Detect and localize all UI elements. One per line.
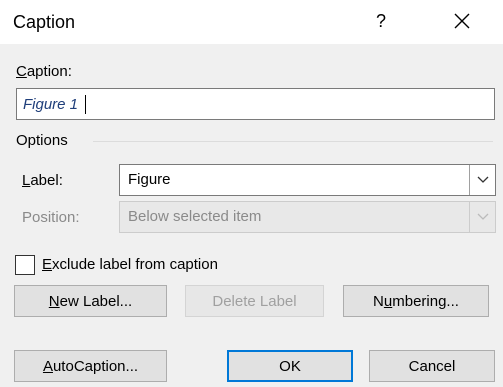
- exclude-label-text[interactable]: Exclude label from caption: [42, 256, 218, 273]
- caption-label: Caption:: [16, 63, 72, 80]
- exclude-label-checkbox[interactable]: [15, 255, 35, 275]
- label-dropdown-value: Figure: [128, 171, 171, 188]
- new-label-button[interactable]: New Label...: [14, 285, 167, 317]
- position-dropdown-arrow: [469, 202, 495, 232]
- position-dropdown: Below selected item: [119, 201, 496, 233]
- options-group-label: Options: [16, 132, 68, 149]
- delete-label-button: Delete Label: [185, 285, 324, 317]
- numbering-button[interactable]: Nu mbering...: [343, 285, 489, 317]
- title-bar: Caption ?: [0, 0, 503, 44]
- close-button[interactable]: [440, 4, 484, 38]
- position-field-label: Position:: [22, 209, 80, 226]
- help-button[interactable]: ?: [364, 6, 398, 36]
- text-caret: [85, 95, 86, 114]
- position-dropdown-value: Below selected item: [128, 208, 262, 225]
- cancel-button[interactable]: Cancel: [369, 350, 495, 382]
- options-divider: [93, 141, 493, 142]
- autocaption-button[interactable]: AutoCaption...: [14, 350, 167, 382]
- label-dropdown-arrow[interactable]: [469, 165, 495, 195]
- caption-input[interactable]: [16, 88, 495, 120]
- close-icon: [454, 13, 470, 29]
- window-title: Caption: [13, 12, 76, 32]
- chevron-down-icon: [477, 213, 488, 220]
- label-field-label: Label:: [22, 172, 63, 189]
- ok-button[interactable]: OK: [227, 350, 353, 382]
- label-dropdown[interactable]: Figure: [119, 164, 496, 196]
- chevron-down-icon: [477, 176, 488, 183]
